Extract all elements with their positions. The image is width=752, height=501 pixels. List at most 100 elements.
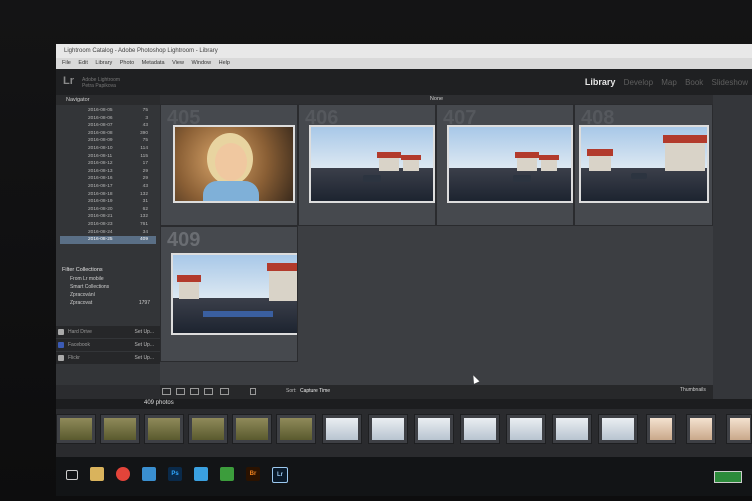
menu-view[interactable]: View xyxy=(172,60,184,66)
filmstrip-thumb[interactable] xyxy=(56,414,96,444)
date-row[interactable]: 2016-08-21 132 xyxy=(60,213,156,221)
mouse-cursor xyxy=(470,374,480,384)
menu-photo[interactable]: Photo xyxy=(120,60,134,66)
library-filter-bar[interactable]: None xyxy=(160,95,713,104)
compare-view-icon[interactable] xyxy=(190,388,199,395)
people-view-icon[interactable] xyxy=(220,388,229,395)
date-row[interactable]: 2016-08-07 43 xyxy=(60,122,156,130)
file-explorer-icon[interactable] xyxy=(90,467,104,481)
filmstrip-thumb[interactable] xyxy=(100,414,140,444)
date-row[interactable]: 2016-08-17 43 xyxy=(60,183,156,191)
menu-bar: File Edit Library Photo Metadata View Wi… xyxy=(56,58,752,69)
spreadsheet-icon[interactable] xyxy=(220,467,234,481)
photoshop-icon[interactable]: Ps xyxy=(168,467,182,481)
date-row-selected[interactable]: 2016-08-25 409 xyxy=(60,236,156,244)
module-map[interactable]: Map xyxy=(661,78,677,87)
publish-services: Hard Drive Set Up... Facebook Set Up... Fl… xyxy=(56,325,160,365)
date-row[interactable]: 2016-08-05 75 xyxy=(60,107,156,115)
collection-item[interactable]: Zpracování xyxy=(56,291,160,299)
module-book[interactable]: Book xyxy=(685,78,703,87)
photo-thumbnail-street[interactable] xyxy=(579,125,709,203)
left-panel: Navigator 2016-08-05 75 2016-08-06 3 2016-… xyxy=(56,95,160,385)
filmstrip-thumb[interactable] xyxy=(414,414,454,444)
grid-cell[interactable]: 405 xyxy=(160,104,298,226)
collections-filter-header[interactable]: Filter Collections xyxy=(56,266,160,275)
date-row[interactable]: 2016-08-10 114 xyxy=(60,145,156,153)
loupe-view-icon[interactable] xyxy=(176,388,185,395)
filmstrip-thumb[interactable] xyxy=(144,414,184,444)
date-row[interactable]: 2016-08-23 761 xyxy=(60,221,156,229)
filmstrip-thumb[interactable] xyxy=(188,414,228,444)
date-row[interactable]: 2016-08-08 390 xyxy=(60,130,156,138)
publish-facebook[interactable]: Facebook Set Up... xyxy=(56,339,160,351)
menu-help[interactable]: Help xyxy=(219,60,230,66)
module-picker: Library Develop Map Book Slideshow xyxy=(579,77,748,87)
date-row[interactable]: 2016-08-13 29 xyxy=(60,168,156,176)
menu-window[interactable]: Window xyxy=(192,60,212,66)
filmstrip-thumb[interactable] xyxy=(552,414,592,444)
date-row[interactable]: 2016-08-12 17 xyxy=(60,160,156,168)
lightroom-taskbar-icon[interactable]: Lr xyxy=(272,467,288,483)
identity-line-2: Petra Papikova xyxy=(82,83,116,89)
filmstrip-thumb[interactable] xyxy=(232,414,272,444)
module-develop[interactable]: Develop xyxy=(624,78,653,87)
filmstrip-thumb[interactable] xyxy=(460,414,500,444)
library-toolbar: Sort: Capture Time Thumbnails xyxy=(160,385,713,399)
date-row[interactable]: 2016-08-09 75 xyxy=(60,137,156,145)
collection-item[interactable]: From Lr mobile xyxy=(56,275,160,283)
date-row[interactable]: 2016-08-11 115 xyxy=(60,153,156,161)
photo-thumbnail-street[interactable] xyxy=(447,125,573,203)
photos-icon[interactable] xyxy=(142,467,156,481)
date-row[interactable]: 2016-08-16 29 xyxy=(60,175,156,183)
photo-count: 409 photos xyxy=(144,400,174,406)
photo-thumbnail-street[interactable] xyxy=(309,125,435,203)
filmstrip-thumb[interactable] xyxy=(276,414,316,444)
bridge-icon[interactable]: Br xyxy=(246,467,260,481)
grid-cell[interactable]: 407 xyxy=(436,104,574,226)
photo-thumbnail-street[interactable] xyxy=(171,253,297,335)
publish-flickr[interactable]: Flickr Set Up... xyxy=(56,352,160,364)
photo-thumbnail-portrait[interactable] xyxy=(173,125,295,203)
filmstrip-thumb[interactable] xyxy=(686,414,716,444)
filmstrip-thumb[interactable] xyxy=(322,414,362,444)
date-row[interactable]: 2016-08-06 3 xyxy=(60,115,156,123)
battery-icon xyxy=(714,471,742,483)
thumbnails-size-label: Thumbnails xyxy=(680,387,706,393)
date-row[interactable]: 2016-08-19 31 xyxy=(60,198,156,206)
collections-section: Filter Collections From Lr mobile Smart … xyxy=(56,266,160,307)
filmstrip-thumb[interactable] xyxy=(598,414,638,444)
menu-metadata[interactable]: Metadata xyxy=(142,60,165,66)
date-row[interactable]: 2016-08-24 34 xyxy=(60,229,156,237)
grid-view-icon[interactable] xyxy=(162,388,171,395)
sort-dropdown[interactable]: Capture Time xyxy=(300,388,330,394)
menu-library[interactable]: Library xyxy=(95,60,112,66)
filmstrip-thumb[interactable] xyxy=(646,414,676,444)
date-row[interactable]: 2016-08-20 62 xyxy=(60,206,156,214)
grid-cell[interactable]: 406 xyxy=(298,104,436,226)
painter-icon[interactable] xyxy=(250,388,256,395)
navigator-header[interactable]: Navigator xyxy=(56,95,160,105)
collection-item[interactable]: Zpracovat 1797 xyxy=(56,299,160,307)
grid-cell-selected[interactable]: 409 xyxy=(160,226,298,362)
module-slideshow[interactable]: Slideshow xyxy=(712,78,748,87)
filmstrip-thumb[interactable] xyxy=(368,414,408,444)
filmstrip xyxy=(56,409,752,457)
date-row[interactable]: 2016-08-18 132 xyxy=(60,191,156,199)
menu-edit[interactable]: Edit xyxy=(78,60,87,66)
lightroom-logo: Lr xyxy=(63,75,74,87)
chrome-icon[interactable] xyxy=(116,467,130,481)
windows-taskbar: Ps Br Lr xyxy=(56,457,752,496)
publish-hard-drive[interactable]: Hard Drive Set Up... xyxy=(56,326,160,338)
menu-file[interactable]: File xyxy=(62,60,71,66)
task-view-icon[interactable] xyxy=(66,470,78,480)
lightroom-mobile-icon[interactable] xyxy=(194,467,208,481)
hard-drive-icon xyxy=(58,329,64,335)
grid-cell[interactable]: 408 xyxy=(574,104,713,226)
survey-view-icon[interactable] xyxy=(204,388,213,395)
module-library[interactable]: Library xyxy=(585,77,616,87)
filmstrip-thumb[interactable] xyxy=(506,414,546,444)
date-folder-list: 2016-08-05 75 2016-08-06 3 2016-08-07 43 20… xyxy=(60,107,156,244)
flickr-icon xyxy=(58,355,64,361)
filmstrip-thumb[interactable] xyxy=(726,414,752,444)
collection-item[interactable]: Smart Collections xyxy=(56,283,160,291)
